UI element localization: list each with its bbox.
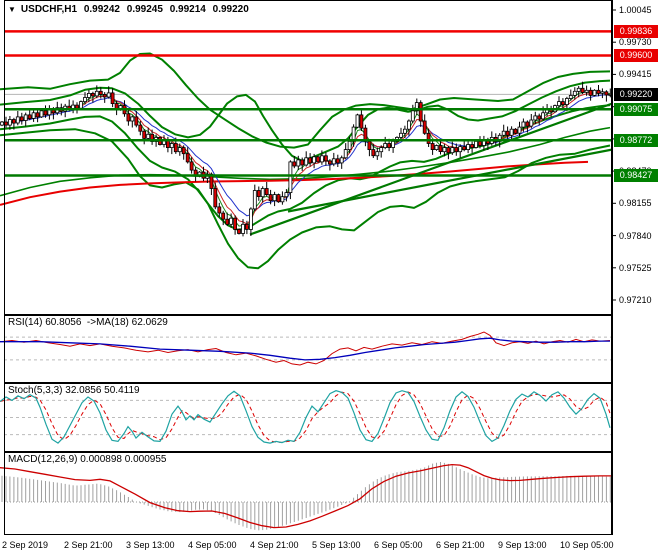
time-tick-label: 2 Sep 2019 [2,540,49,550]
price-tick-label: 1.00045 [619,5,652,15]
price-tick-label: 0.97525 [619,263,652,273]
main-chart-plot[interactable] [0,0,612,315]
price-tick-label: 0.97840 [619,231,652,241]
ohlc-high: 0.99245 [126,4,163,15]
chart-window: ▼ USDCHF,H1 0.99242 0.99245 0.99214 0.992… [0,0,660,560]
price-level-badge: 0.98427 [614,169,658,182]
price-level-badge: 0.98772 [614,134,658,147]
main-chart-panel [0,0,612,315]
macd-label: MACD(12,26,9) 0.000898 0.000955 [8,454,167,465]
time-tick-label: 6 Sep 21:00 [436,540,485,550]
price-tick-label: 0.97210 [619,295,652,305]
rsi-label: RSI(14) 60.8056 ->MA(18) 62.0629 [8,317,168,328]
chart-title: ▼ USDCHF,H1 0.99242 0.99245 0.99214 0.992… [8,4,253,15]
symbol-label: USDCHF,H1 [20,4,78,15]
stoch-label: Stoch(5,3,3) 32.0856 50.4119 [8,385,140,396]
ohlc-open: 0.99242 [83,4,120,15]
price-level-badge: 0.99220 [614,88,658,101]
time-tick-label: 5 Sep 13:00 [312,540,361,550]
time-tick-label: 4 Sep 05:00 [188,540,237,550]
price-axis[interactable]: 1.000450.997300.994150.991000.987850.984… [612,0,660,535]
price-tick-label: 0.98155 [619,198,652,208]
time-tick-label: 10 Sep 05:00 [560,540,614,550]
price-level-badge: 0.99836 [614,25,658,38]
price-tick-label: 0.99415 [619,69,652,79]
symbol-dropdown-icon[interactable]: ▼ [8,5,16,14]
price-tick-label: 0.99730 [619,37,652,47]
ohlc-low: 0.99214 [169,4,206,15]
time-tick-label: 2 Sep 21:00 [64,540,113,550]
ohlc-close: 0.99220 [212,4,249,15]
price-level-badge: 0.99075 [614,103,658,116]
price-level-badge: 0.99600 [614,49,658,62]
time-tick-label: 6 Sep 05:00 [374,540,423,550]
time-tick-label: 9 Sep 13:00 [498,540,547,550]
time-tick-label: 4 Sep 21:00 [250,540,299,550]
time-tick-label: 3 Sep 13:00 [126,540,175,550]
